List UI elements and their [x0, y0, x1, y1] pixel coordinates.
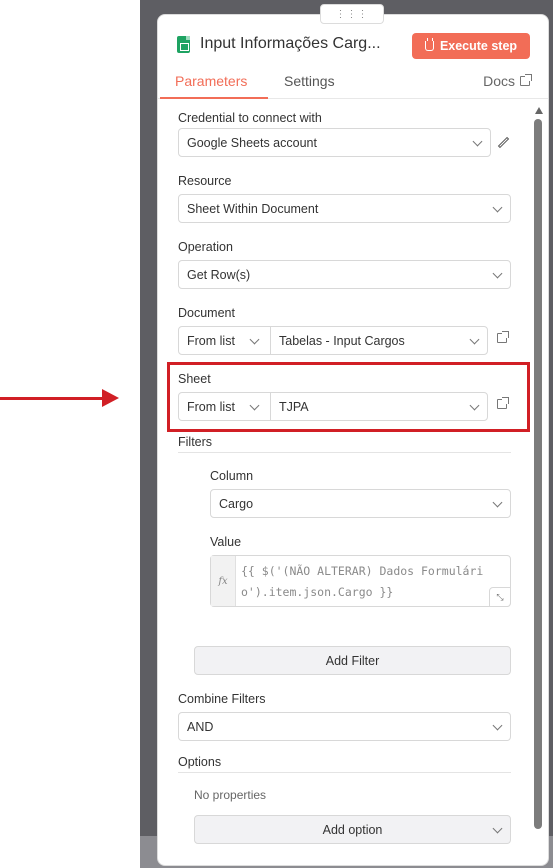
operation-select[interactable]: Get Row(s) [178, 260, 511, 289]
chevron-down-icon [249, 334, 260, 345]
resource-select[interactable]: Sheet Within Document [178, 194, 511, 223]
filter-column-select[interactable]: Cargo [210, 489, 511, 518]
execute-step-label: Execute step [439, 39, 518, 53]
annotation-arrow [0, 397, 106, 400]
tab-parameters[interactable]: Parameters [175, 73, 247, 97]
add-option-label: Add option [322, 822, 383, 837]
expression-text[interactable]: {{ $('(NÃO ALTERAR) Dados Formulário').i… [241, 561, 491, 603]
credential-select[interactable]: Google Sheets account [178, 128, 491, 157]
resource-label: Resource [178, 174, 232, 188]
chevron-down-icon [492, 720, 503, 731]
chevron-down-icon [492, 202, 503, 213]
flask-icon [424, 38, 434, 51]
open-document-external-icon[interactable] [497, 331, 509, 343]
fx-icon: fx [211, 556, 236, 606]
chevron-down-icon [492, 823, 503, 834]
external-link-icon [520, 74, 532, 86]
drag-handle[interactable]: ⋮⋮⋮ [320, 4, 384, 24]
docs-label: Docs [483, 73, 515, 89]
add-option-select[interactable]: Add option [194, 815, 511, 844]
active-tab-indicator [160, 97, 268, 99]
combine-filters-select[interactable]: AND [178, 712, 511, 741]
chevron-down-icon [472, 136, 483, 147]
filter-value-label: Value [210, 535, 242, 549]
operation-label: Operation [178, 240, 233, 254]
node-title[interactable]: Input Informações Carg... [200, 35, 381, 53]
field-divider [270, 327, 271, 354]
scroll-up-arrow-icon[interactable] [535, 107, 543, 114]
filter-value-expression[interactable]: fx {{ $('(NÃO ALTERAR) Dados Formulário'… [210, 555, 511, 607]
document-mode-value[interactable]: From list [187, 334, 235, 348]
options-heading: Options [178, 755, 222, 769]
document-label: Document [178, 306, 235, 320]
panel-tabs: Parameters Settings Docs [158, 71, 548, 99]
chevron-down-icon [492, 497, 503, 508]
filter-column-value: Cargo [219, 496, 254, 511]
scrollbar-thumb[interactable] [534, 119, 542, 829]
options-divider [178, 772, 511, 773]
annotation-highlight-box [167, 362, 530, 432]
credential-value: Google Sheets account [187, 135, 317, 150]
add-filter-button[interactable]: Add Filter [194, 646, 511, 675]
expand-expression-icon[interactable]: ⤡ [489, 587, 511, 607]
combine-filters-value: AND [187, 719, 214, 734]
credential-label: Credential to connect with [178, 111, 322, 125]
scrollbar[interactable] [533, 107, 543, 857]
resource-value: Sheet Within Document [187, 201, 319, 216]
filters-heading: Filters [178, 435, 213, 449]
document-selector[interactable]: From list Tabelas - Input Cargos [178, 326, 488, 355]
document-value[interactable]: Tabelas - Input Cargos [279, 334, 405, 348]
execute-step-button[interactable]: Execute step [412, 33, 530, 59]
google-sheets-icon [177, 36, 190, 53]
annotation-arrow-head [102, 389, 119, 407]
no-properties-text: No properties [194, 788, 267, 802]
chevron-down-icon [492, 268, 503, 279]
operation-value: Get Row(s) [187, 267, 251, 282]
combine-filters-label: Combine Filters [178, 692, 266, 706]
tab-settings[interactable]: Settings [284, 73, 335, 97]
filter-column-label: Column [210, 469, 254, 483]
docs-link[interactable]: Docs [483, 73, 532, 89]
filters-divider [178, 452, 511, 453]
chevron-down-icon [469, 334, 480, 345]
